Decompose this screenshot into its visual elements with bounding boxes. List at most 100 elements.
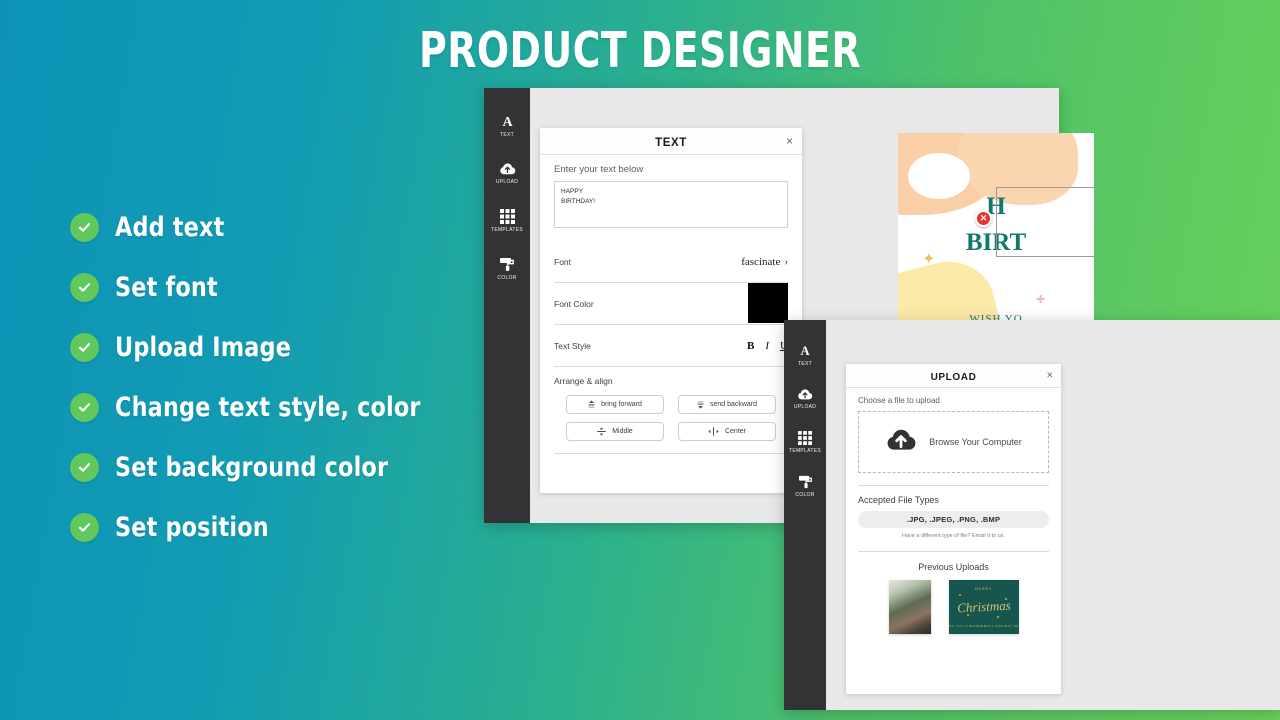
list-item: Set background color — [70, 452, 447, 483]
sidebar-item-upload[interactable]: UPLOAD — [784, 388, 826, 410]
sidebar-item-templates[interactable]: TEMPLATES — [484, 209, 530, 233]
file-dropzone[interactable]: Browse Your Computer — [858, 411, 1049, 473]
decorative-dot — [966, 614, 969, 616]
align-middle-icon — [597, 427, 606, 436]
text-input[interactable]: HAPPY BIRTHDAY! — [554, 181, 788, 228]
panel-divider — [858, 485, 1049, 486]
christmas-card-thumbnail[interactable]: MERRY Christmas WISHING YOU A WONDERFUL … — [948, 580, 1019, 634]
feature-label: Add text — [115, 212, 225, 243]
align-center-icon — [708, 427, 719, 436]
decorative-dot — [996, 616, 999, 618]
accepted-file-types-value: .JPG, .JPEG, .PNG, .BMP — [858, 511, 1049, 528]
feature-label: Set background color — [115, 452, 389, 483]
panel-divider — [858, 551, 1049, 552]
decorative-dot — [1004, 598, 1007, 600]
sidebar-item-label: TEXT — [798, 361, 812, 367]
feature-label: Set font — [115, 272, 218, 303]
sidebar-item-text[interactable]: A TEXT — [484, 114, 530, 138]
check-circle-icon — [70, 333, 99, 362]
close-icon[interactable]: × — [786, 135, 793, 147]
cloud-upload-icon — [797, 388, 813, 401]
list-item: Upload Image — [70, 332, 447, 363]
svg-text:A: A — [800, 344, 809, 358]
enter-text-label: Enter your text below — [554, 164, 644, 175]
choose-file-label: Choose a file to upload — [858, 396, 940, 405]
cloud-upload-icon — [499, 162, 516, 176]
cloud-upload-icon — [885, 427, 917, 458]
upload-panel-title: UPLOAD — [930, 372, 977, 383]
list-item: Set font — [70, 272, 447, 303]
sidebar-item-upload[interactable]: UPLOAD — [484, 162, 530, 185]
italic-button[interactable]: I — [765, 340, 769, 352]
list-item: Add text — [70, 212, 447, 243]
decorative-dot — [958, 594, 961, 596]
sidebar-item-text[interactable]: A TEXT — [784, 344, 826, 367]
check-circle-icon — [70, 393, 99, 422]
list-item: Change text style, color — [70, 392, 447, 423]
text-style-row: Text Style B I U — [554, 325, 788, 367]
thumbnail-top-text: MERRY — [974, 587, 993, 591]
selection-box[interactable] — [996, 187, 1094, 257]
paint-roller-icon — [798, 475, 813, 489]
upload-panel-header: UPLOAD × — [846, 364, 1061, 388]
text-panel-title: TEXT — [655, 137, 687, 149]
list-item: Set position — [70, 512, 447, 543]
poster-canvas: PRODUCT DESIGNER Add text Set font Uploa… — [0, 0, 1280, 720]
send-backward-button[interactable]: send backward — [678, 395, 776, 414]
upload-panel: UPLOAD × Choose a file to upload Browse … — [846, 364, 1061, 694]
sidebar-item-label: COLOR — [795, 492, 815, 498]
accepted-file-types-note: Have a different type of file? Email it … — [902, 533, 1005, 539]
arrange-buttons: bring forward send backward Middle Cente… — [566, 395, 776, 441]
previous-uploads-thumbnails: MERRY Christmas WISHING YOU A WONDERFUL … — [858, 580, 1049, 634]
sidebar-item-label: COLOR — [497, 275, 517, 281]
panel-divider — [554, 453, 788, 454]
sidebar-item-color[interactable]: COLOR — [484, 257, 530, 281]
text-panel-header: TEXT × — [540, 128, 802, 155]
previous-uploads-label: Previous Uploads — [918, 562, 989, 572]
arrange-button-label: bring forward — [601, 401, 642, 408]
grid-icon — [499, 209, 515, 224]
designer-window-upload: A TEXT UPLOAD TEMPLATES COLOR UPLOAD × C… — [784, 320, 1280, 710]
bring-forward-icon — [588, 400, 595, 408]
browse-label: Browse Your Computer — [929, 437, 1022, 447]
font-label: Font — [554, 256, 572, 267]
check-circle-icon — [70, 453, 99, 482]
check-circle-icon — [70, 513, 99, 542]
delete-element-button[interactable]: ✕ — [975, 210, 992, 227]
grid-icon — [798, 431, 812, 445]
sidebar-item-label: TEMPLATES — [490, 227, 524, 233]
sidebar-item-label: TEMPLATES — [788, 448, 822, 454]
paint-roller-icon — [499, 257, 515, 272]
designer-sidebar: A TEXT UPLOAD TEMPLATES COLOR — [484, 88, 530, 523]
align-center-button[interactable]: Center — [678, 422, 776, 441]
arrange-button-label: send backward — [709, 401, 758, 408]
sidebar-item-label: UPLOAD — [495, 179, 519, 185]
arrange-button-label: Middle — [612, 428, 633, 435]
font-color-swatch[interactable] — [748, 283, 788, 323]
feature-label: Upload Image — [115, 332, 292, 363]
page-title: PRODUCT DESIGNER — [419, 22, 861, 79]
align-middle-button[interactable]: Middle — [566, 422, 664, 441]
check-circle-icon — [70, 213, 99, 242]
feature-label: Set position — [115, 512, 269, 543]
christmas-photo-thumbnail[interactable] — [888, 580, 931, 634]
thumbnail-bottom-text: WISHING YOU A WONDERFUL HOLIDAY SEASON — [948, 623, 1019, 628]
svg-text:A: A — [502, 115, 513, 129]
arrange-button-label: Center — [724, 428, 746, 435]
send-backward-icon — [697, 401, 704, 409]
bring-forward-button[interactable]: bring forward — [566, 395, 664, 414]
font-color-row[interactable]: Font Color — [554, 283, 788, 325]
letter-a-icon: A — [500, 114, 515, 129]
bold-button[interactable]: B — [747, 340, 754, 352]
sidebar-item-label: UPLOAD — [793, 404, 817, 410]
sidebar-item-templates[interactable]: TEMPLATES — [784, 431, 826, 454]
font-color-label: Font Color — [554, 298, 594, 309]
close-icon[interactable]: × — [1047, 370, 1053, 381]
sidebar-item-color[interactable]: COLOR — [784, 475, 826, 498]
feature-label: Change text style, color — [115, 392, 421, 423]
font-row[interactable]: Font fascinate › — [554, 241, 788, 283]
letter-a-icon: A — [798, 344, 812, 358]
font-value: fascinate — [741, 255, 781, 268]
feature-list: Add text Set font Upload Image Change te… — [70, 212, 447, 543]
designer-sidebar: A TEXT UPLOAD TEMPLATES COLOR — [784, 320, 826, 710]
